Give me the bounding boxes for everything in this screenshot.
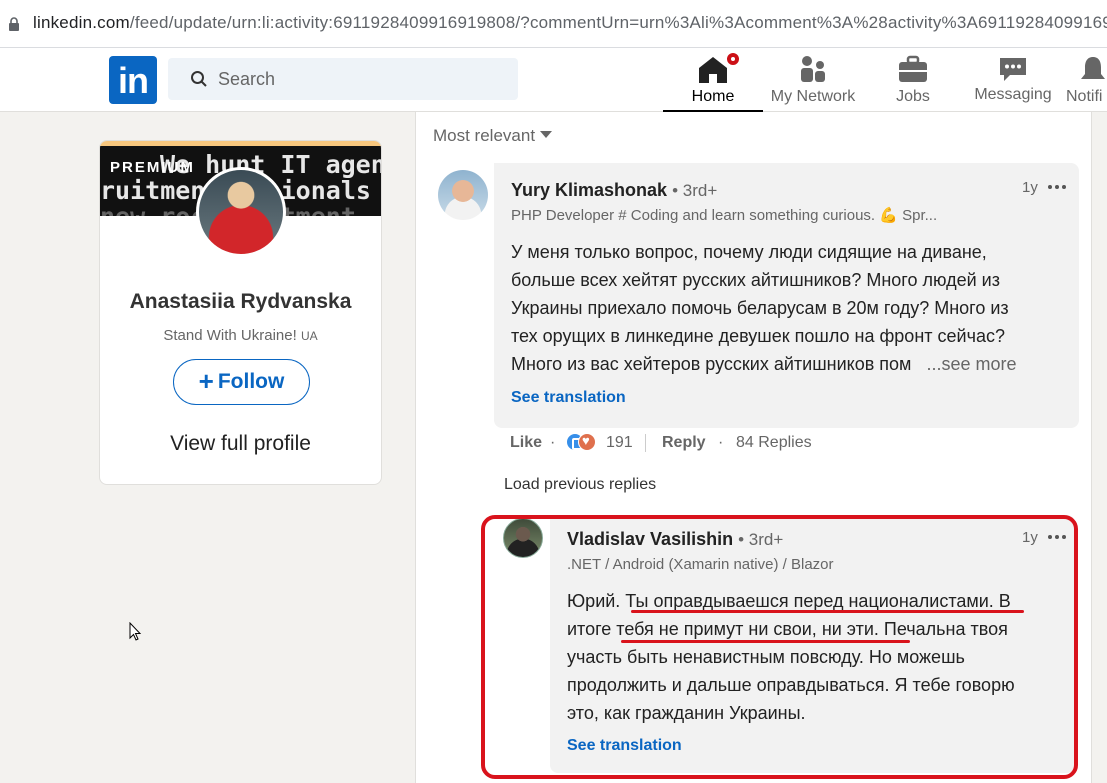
nav-item-messaging[interactable]: Messaging bbox=[963, 48, 1063, 112]
search-icon bbox=[191, 71, 207, 87]
search-placeholder: Search bbox=[218, 69, 276, 89]
comment-line: больше всех хейтят русских айтишников? М… bbox=[511, 270, 1000, 290]
nav-label-notifications: Notifi bbox=[1066, 88, 1103, 105]
more-options-icon[interactable] bbox=[1048, 185, 1066, 189]
annotation-underline bbox=[631, 610, 1024, 613]
global-nav: in Search Home My Network Jobs Messaging… bbox=[0, 48, 1107, 112]
nav-item-jobs[interactable]: Jobs bbox=[863, 48, 963, 112]
sort-label: Most relevant bbox=[433, 126, 536, 145]
reaction-count[interactable]: 191 bbox=[606, 434, 633, 452]
comments-section: Most relevant Yury Klimashonak • 3rd+ PH… bbox=[415, 112, 1092, 783]
reply-button[interactable]: Reply bbox=[662, 434, 706, 452]
comment-line: У меня только вопрос, почему люди сидящи… bbox=[511, 242, 987, 262]
comment-line: Украины приехало помочь беларусам в 20м … bbox=[511, 298, 1009, 318]
load-previous-replies[interactable]: Load previous replies bbox=[504, 476, 656, 494]
comment-line-text: Много из вас хейтеров русских айтишников… bbox=[511, 354, 912, 374]
flag-ua: UA bbox=[300, 329, 318, 343]
comment-line: тех орущих в линкедине девушек пошло на … bbox=[511, 326, 1005, 346]
like-button[interactable]: Like bbox=[510, 434, 542, 452]
search-bar[interactable]: Search bbox=[168, 58, 518, 100]
comment-line-last: Много из вас хейтеров русских айтишников… bbox=[511, 350, 1071, 378]
tagline-text: Stand With Ukraine! bbox=[163, 327, 297, 344]
premium-label: PREMIUM bbox=[110, 159, 195, 176]
annotation-highlight-box bbox=[481, 515, 1078, 779]
caret-down-icon bbox=[540, 131, 553, 138]
nav-label-home: Home bbox=[691, 88, 735, 105]
see-more-link[interactable]: ...see more bbox=[926, 354, 1016, 374]
address-url[interactable]: linkedin.com/feed/update/urn:li:activity… bbox=[33, 13, 1107, 33]
url-path: /feed/update/urn:li:activity:69119284099… bbox=[129, 13, 1107, 32]
mouse-cursor-icon bbox=[129, 622, 142, 641]
browser-address-bar[interactable]: linkedin.com/feed/update/urn:li:activity… bbox=[0, 0, 1107, 48]
follow-button[interactable]: + Follow bbox=[173, 359, 310, 405]
nav-label-messaging: Messaging bbox=[974, 86, 1052, 103]
sort-dropdown[interactable]: Most relevant bbox=[433, 126, 553, 146]
notification-badge bbox=[725, 51, 741, 67]
commenter-avatar[interactable] bbox=[438, 170, 488, 220]
notifications-icon bbox=[1081, 57, 1105, 79]
love-reaction-icon bbox=[578, 433, 596, 451]
dot-separator: · bbox=[718, 434, 724, 451]
follow-label: Follow bbox=[217, 370, 285, 393]
reactions-icon[interactable] bbox=[566, 433, 600, 453]
commenter-headline: PHP Developer # Coding and learn somethi… bbox=[511, 207, 938, 224]
linkedin-logo[interactable]: in bbox=[109, 56, 157, 104]
comment-bubble: Yury Klimashonak • 3rd+ PHP Developer # … bbox=[494, 163, 1079, 428]
comment-text: У меня только вопрос, почему люди сидящи… bbox=[511, 238, 1071, 378]
jobs-icon bbox=[899, 55, 927, 82]
view-full-profile-link[interactable]: View full profile bbox=[100, 432, 381, 456]
author-name: Yury Klimashonak bbox=[511, 180, 668, 200]
nav-label-jobs: Jobs bbox=[896, 88, 930, 105]
nav-item-home[interactable]: Home bbox=[663, 48, 763, 112]
commenter-name[interactable]: Yury Klimashonak • 3rd+ bbox=[511, 180, 717, 201]
messaging-icon bbox=[1000, 58, 1026, 81]
url-domain: linkedin.com bbox=[33, 13, 130, 32]
replies-count-link[interactable]: 84 Replies bbox=[736, 434, 812, 452]
dot-separator: · bbox=[550, 434, 556, 451]
nav-item-my-network[interactable]: My Network bbox=[763, 48, 863, 112]
profile-name[interactable]: Anastasiia Rydvanska bbox=[100, 290, 381, 314]
profile-card: We hunt IT agenc ruitment essionals new … bbox=[99, 140, 382, 485]
nav-label-my-network: My Network bbox=[770, 88, 856, 105]
annotation-underline bbox=[621, 640, 910, 643]
nav-item-notifications[interactable]: Notifi bbox=[1063, 48, 1107, 112]
plus-icon: + bbox=[198, 366, 214, 396]
comment-time: 1y bbox=[1022, 179, 1038, 196]
see-translation-link[interactable]: See translation bbox=[511, 389, 626, 407]
lock-icon bbox=[9, 17, 19, 31]
profile-avatar[interactable] bbox=[196, 167, 286, 257]
connection-degree: • 3rd+ bbox=[672, 181, 718, 200]
my-network-icon bbox=[801, 56, 825, 82]
profile-tagline: Stand With Ukraine! UA bbox=[100, 327, 381, 344]
divider bbox=[645, 434, 646, 452]
